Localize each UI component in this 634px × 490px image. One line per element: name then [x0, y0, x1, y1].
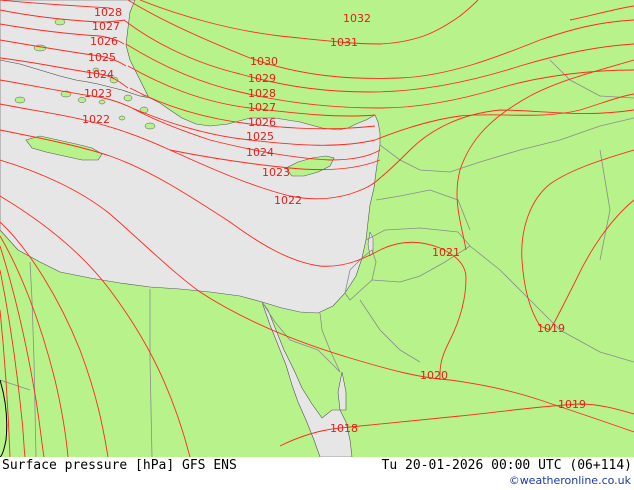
isobar-label: 1028	[94, 6, 122, 19]
map-product-title: Surface pressure [hPa] GFS ENS	[2, 458, 237, 473]
isobar-label: 1023	[262, 166, 290, 179]
isobar-label: 1031	[330, 36, 358, 49]
isobar-label: 1027	[248, 101, 276, 114]
isobar-label: 1029	[248, 72, 276, 85]
isobar-label: 1026	[248, 116, 276, 129]
isobar-label: 1025	[246, 130, 274, 143]
isobar-label: 1024	[246, 146, 274, 159]
isobar-label: 1032	[343, 12, 371, 25]
isobar-label: 1019	[537, 322, 565, 335]
forecast-valid-time: Tu 20-01-2026 00:00 UTC (06+114)	[381, 458, 632, 473]
isobar-label: 1019	[558, 398, 586, 411]
isobar-label: 1022	[274, 194, 302, 207]
isobar-label: 1028	[248, 87, 276, 100]
credit-link[interactable]: ©weatheronline.co.uk	[509, 474, 631, 487]
isobar-label: 1026	[90, 35, 118, 48]
isobar-label: 1021	[432, 246, 460, 259]
isobar-label: 1025	[88, 51, 116, 64]
isobar-label: 1027	[92, 20, 120, 33]
map-footer: Surface pressure [hPa] GFS ENS Tu 20-01-…	[0, 457, 634, 490]
isobar-label: 1022	[82, 113, 110, 126]
isobar-label: 1023	[84, 87, 112, 100]
isobar-label: 1018	[330, 422, 358, 435]
isobar-label: 1030	[250, 55, 278, 68]
pressure-map: 1028 1027 1026 1025 1024 1023 1022 1032 …	[0, 0, 634, 457]
isobar-label: 1020	[420, 369, 448, 382]
isobar-label: 1024	[86, 68, 114, 81]
